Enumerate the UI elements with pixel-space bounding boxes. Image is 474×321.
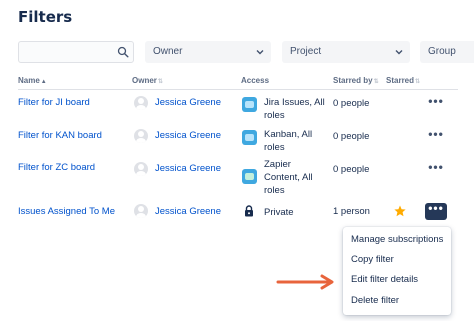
column-header-starred-by[interactable]: Starred by⇅ — [333, 76, 379, 85]
project-avatar-icon — [242, 130, 257, 145]
actions-menu: Manage subscriptions Copy filter Edit fi… — [343, 227, 451, 315]
access-line: roles — [264, 185, 285, 196]
access-line: roles — [264, 110, 285, 121]
user-avatar-icon — [134, 96, 148, 110]
user-avatar-icon — [134, 204, 148, 218]
menu-item-edit-filter-details[interactable]: Edit filter details — [351, 274, 418, 285]
access-text: Zapier Content, All roles — [264, 158, 328, 197]
access-line: Zapier — [264, 159, 291, 170]
star-icon[interactable] — [394, 205, 406, 217]
search-input[interactable] — [18, 41, 134, 63]
user-avatar-icon — [134, 129, 148, 143]
header-divider — [18, 89, 458, 90]
sort-icon: ⇅ — [415, 79, 421, 85]
project-filter-label: Project — [290, 46, 322, 57]
page-title: Filters — [18, 8, 73, 26]
access-text: Private — [264, 206, 328, 219]
column-header-name[interactable]: Name▲ — [18, 76, 47, 85]
column-header-starred-by-label: Starred by — [333, 76, 373, 85]
menu-item-delete-filter[interactable]: Delete filter — [351, 295, 399, 306]
column-header-starred-label: Starred — [386, 76, 415, 85]
filter-name-link[interactable]: Filter for ZC board — [18, 162, 95, 173]
user-avatar-icon — [134, 162, 148, 176]
chevron-down-icon — [395, 50, 403, 55]
filter-name-link[interactable]: Issues Assigned To Me — [18, 206, 115, 217]
owner-filter-label: Owner — [153, 46, 183, 57]
owner-link[interactable]: Jessica Greene — [155, 206, 221, 217]
column-header-owner-label: Owner — [132, 76, 157, 85]
more-actions-button[interactable]: ••• — [425, 128, 447, 145]
chevron-down-icon — [256, 50, 264, 55]
column-header-access-label: Access — [241, 76, 270, 85]
group-filter-label: Group — [428, 46, 456, 57]
more-actions-button[interactable]: ••• — [425, 95, 447, 112]
access-text: Kanban, All roles — [264, 128, 328, 154]
more-actions-button[interactable]: ••• — [425, 161, 447, 178]
project-filter-dropdown[interactable]: Project — [282, 41, 410, 63]
project-avatar-icon — [242, 169, 257, 184]
starred-by-count: 0 people — [333, 131, 370, 142]
menu-item-copy-filter[interactable]: Copy filter — [351, 254, 394, 265]
search-icon — [117, 46, 129, 58]
owner-link[interactable]: Jessica Greene — [155, 97, 221, 108]
sort-ascending-icon: ▲ — [40, 79, 47, 85]
access-line: Kanban, All — [264, 129, 313, 140]
menu-item-manage-subscriptions[interactable]: Manage subscriptions — [351, 234, 443, 245]
column-header-owner[interactable]: Owner⇅ — [132, 76, 163, 85]
starred-by-count: 0 people — [333, 98, 370, 109]
column-header-starred[interactable]: Starred⇅ — [386, 76, 420, 85]
access-text: Jira Issues, All roles — [264, 96, 328, 122]
filter-name-link[interactable]: Filter for JI board — [18, 97, 90, 108]
more-actions-button-active[interactable]: ••• — [425, 202, 447, 220]
column-header-name-label: Name — [18, 76, 40, 85]
lock-icon — [245, 205, 253, 217]
starred-by-count: 1 person — [333, 206, 370, 217]
access-line: roles — [264, 142, 285, 153]
access-line: Private — [264, 207, 294, 218]
filter-name-link[interactable]: Filter for KAN board — [18, 130, 102, 141]
sort-icon: ⇅ — [373, 79, 379, 85]
owner-link[interactable]: Jessica Greene — [155, 130, 221, 141]
project-avatar-icon — [242, 97, 257, 112]
group-filter-dropdown[interactable]: Group — [420, 41, 474, 63]
owner-link[interactable]: Jessica Greene — [155, 163, 221, 174]
owner-filter-dropdown[interactable]: Owner — [145, 41, 271, 63]
sort-icon: ⇅ — [157, 79, 163, 85]
starred-by-count: 0 people — [333, 164, 370, 175]
access-line: Jira Issues, All — [264, 97, 325, 108]
column-header-access: Access — [241, 76, 269, 85]
arrow-right-icon — [276, 274, 334, 290]
access-line: Content, All — [264, 172, 313, 183]
